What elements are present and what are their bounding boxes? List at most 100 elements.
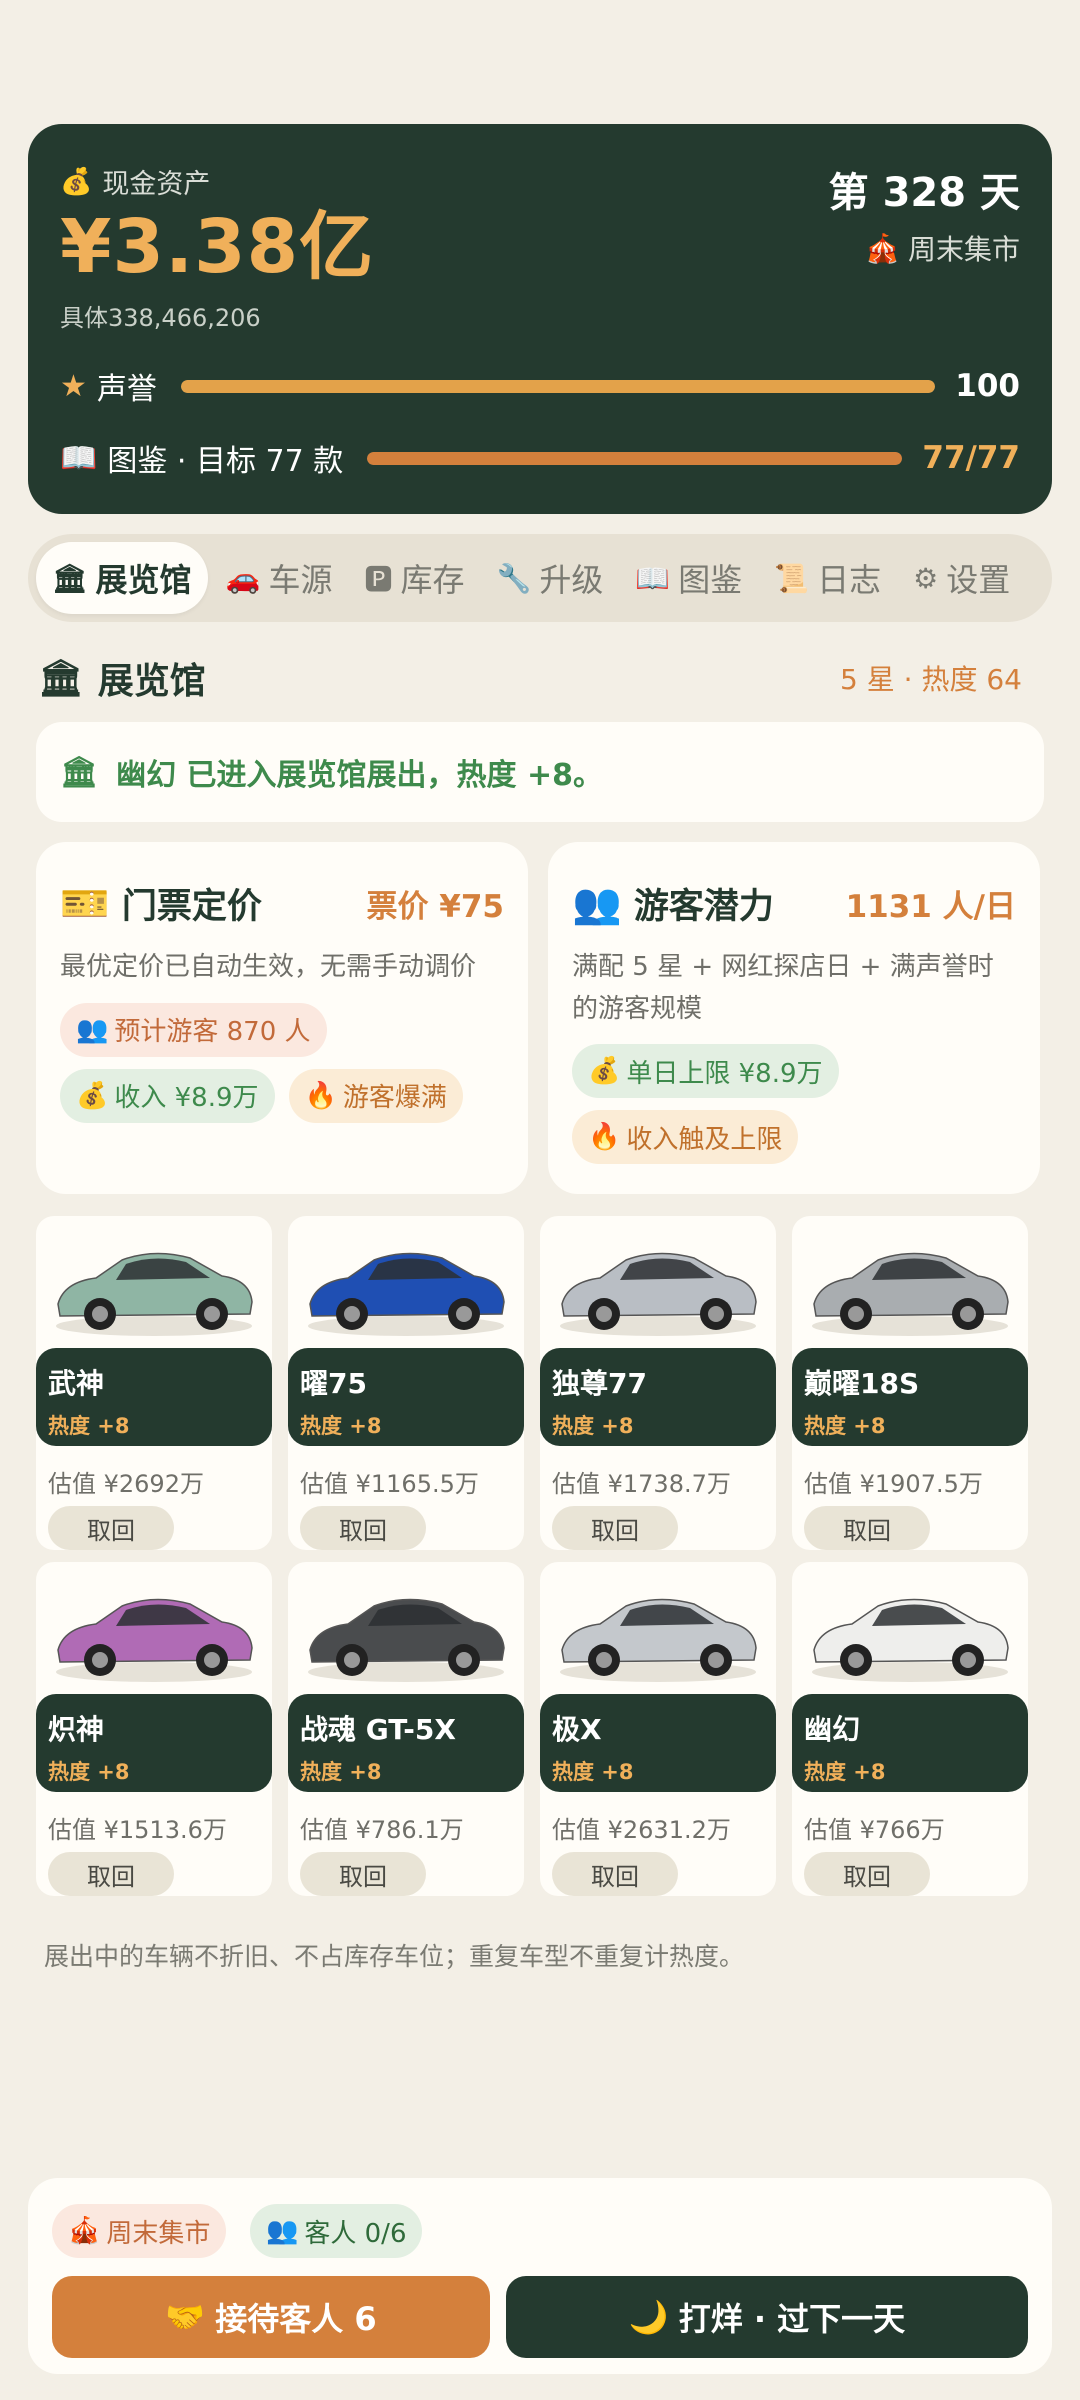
day-counter: 第 328 天 [828, 170, 1020, 216]
people-icon: 👥 [266, 2216, 299, 2246]
gear-icon: ⚙ [913, 561, 939, 595]
car-card: 炽神 热度 +8 估值 ¥1513.6万 取回 [36, 1562, 272, 1896]
retrieve-car-button[interactable]: 取回 [552, 1506, 678, 1550]
car-card: 独尊77 热度 +8 估值 ¥1738.7万 取回 [540, 1216, 776, 1550]
section-title-text: 展览馆 [97, 661, 206, 702]
stats-card: 💰 现金资产 ¥3.38亿 具体338,466,206 第 328 天 🎪 周末… [28, 124, 1052, 514]
tab-exhibition[interactable]: 🏛 展览馆 [36, 542, 208, 614]
tab-label: 日志 [817, 561, 882, 599]
car-name: 巅曜18S [804, 1367, 920, 1400]
visitor-potential-card: 👥 游客潜力 1131 人/日 满配 5 星 + 网红探店日 + 满声誉时的游客… [548, 842, 1040, 1194]
ticket-description: 最优定价已自动生效，无需手动调价 [60, 952, 477, 982]
car-name: 独尊77 [552, 1367, 647, 1400]
income-cap-text: 收入触及上限 [626, 1124, 783, 1155]
retrieve-car-button[interactable]: 取回 [300, 1506, 426, 1550]
crowded-chip: 🔥 游客爆满 [288, 1068, 463, 1123]
guests-chip-label: 客人 0/6 [304, 2218, 407, 2249]
visitors-chips: 💰 单日上限 ¥8.9万 🔥 收入触及上限 [572, 1044, 1016, 1165]
retrieve-car-button[interactable]: 取回 [552, 1852, 678, 1896]
exhibit-footnote: 展出中的车辆不折旧、不占库存车位；重复车型不重复计热度。 [44, 1942, 745, 1971]
tab-upgrade[interactable]: 🔧 升级 [482, 542, 617, 614]
car-name: 幽幻 [804, 1713, 861, 1746]
car-info-band: 曜75 热度 +8 [288, 1348, 524, 1446]
car-icon: 🚗 [225, 561, 261, 595]
car-estimate: 估值 ¥1907.5万 [804, 1470, 983, 1498]
wrench-icon: 🔧 [496, 561, 532, 595]
retrieve-car-button[interactable]: 取回 [804, 1852, 930, 1896]
daily-cap-chip: 💰 单日上限 ¥8.9万 [572, 1044, 839, 1099]
cash-label: 现金资产 [102, 169, 211, 200]
market-indicator: 🎪 周末集市 [829, 228, 1020, 268]
car-card: 极X 热度 +8 估值 ¥2631.2万取回 [540, 1562, 776, 1896]
car-image [560, 1252, 757, 1336]
reputation-bar [180, 379, 936, 393]
car-image [56, 1598, 253, 1682]
income-text: 收入 ¥8.9万 [114, 1083, 259, 1114]
money-bag-icon: 💰 [76, 1080, 109, 1111]
people-icon: 👥 [76, 1014, 109, 1045]
codex-bar [367, 451, 903, 465]
tab-log[interactable]: 📜 日志 [760, 542, 895, 614]
retrieve-car-button[interactable]: 取回 [48, 1852, 174, 1896]
exhibit-notice: 🏛 幽幻 已进入展览馆展出，热度 +8。 [36, 722, 1044, 822]
ticket-icon: 🎫 [60, 881, 110, 927]
market-chip-label: 周末集市 [106, 2218, 211, 2249]
car-image-area [540, 1216, 776, 1350]
tab-settings[interactable]: ⚙ 设置 [899, 542, 1024, 614]
car-heat: 热度 +8 [552, 1760, 634, 1784]
moon-icon: 🌙 [628, 2298, 669, 2336]
reputation-value: 100 [955, 368, 1020, 404]
cash-exact: 具体338,466,206 [60, 304, 261, 333]
car-name: 炽神 [48, 1713, 105, 1746]
car-card: 武神 热度 +8 估值 ¥2692万 取回 [36, 1216, 272, 1550]
car-name: 极X [552, 1713, 602, 1746]
crowded-text: 游客爆满 [342, 1083, 447, 1114]
tent-icon: 🎪 [865, 231, 900, 265]
reputation-label: 声誉 [96, 372, 157, 407]
car-estimate: 估值 ¥2631.2万 [552, 1816, 731, 1844]
ticket-pricing-card: 🎫 门票定价 票价 ¥75 最优定价已自动生效，无需手动调价 👥 预计游客 87… [36, 842, 528, 1194]
people-icon: 👥 [572, 881, 622, 927]
receive-guests-label: 接待客人 6 [215, 2300, 377, 2338]
museum-icon: 🏛 [60, 754, 99, 790]
car-name: 战魂 GT-5X [300, 1713, 456, 1746]
guests-chip: 👥 客人 0/6 [250, 2204, 423, 2258]
scroll-icon: 📜 [774, 561, 810, 595]
exhibit-car-grid: 武神 热度 +8 估值 ¥2692万 取回 曜75 热度 +8 估值 ¥1165.5万 取回独… [36, 1216, 1044, 1896]
tab-label: 展览馆 [95, 561, 192, 599]
close-shop-button[interactable]: 🌙 打烊 · 过下一天 [506, 2276, 1028, 2358]
car-info-band: 炽神 热度 +8 [36, 1694, 272, 1792]
visitors-header: 👥 游客潜力 1131 人/日 [572, 878, 1016, 929]
section-meta: 5 星 · 热度 64 [840, 663, 1022, 696]
visitors-title: 游客潜力 [633, 887, 774, 927]
car-estimate: 估值 ¥766万 [804, 1816, 945, 1844]
tab-car-source[interactable]: 🚗 车源 [212, 542, 347, 614]
book-icon: 📖 [635, 561, 671, 595]
income-chip: 💰 收入 ¥8.9万 [60, 1068, 275, 1123]
car-image [560, 1598, 757, 1682]
codex-label-group: 📖 图鉴 · 目标 77 款 [60, 436, 343, 480]
book-icon: 📖 [60, 440, 98, 476]
codex-bar-fill [367, 451, 903, 465]
museum-icon: 🏛 [38, 658, 84, 699]
car-image [812, 1598, 1009, 1682]
tab-codex[interactable]: 📖 图鉴 [621, 542, 756, 614]
ticket-chips: 👥 预计游客 870 人 💰 收入 ¥8.9万 🔥 游客爆满 [60, 1002, 504, 1123]
car-info-band: 巅曜18S 热度 +8 [792, 1348, 1028, 1446]
tab-inventory[interactable]: 🅿 库存 [350, 542, 478, 614]
car-name: 曜75 [300, 1367, 367, 1400]
codex-value: 77/77 [922, 440, 1020, 476]
daily-cap-text: 单日上限 ¥8.9万 [626, 1058, 823, 1089]
museum-icon: 🏛 [52, 561, 88, 595]
ticket-price: 票价 ¥75 [366, 889, 504, 925]
car-image [56, 1252, 253, 1336]
notice-text: 幽幻 已进入展览馆展出，热度 +8。 [116, 758, 603, 793]
retrieve-car-button[interactable]: 取回 [300, 1852, 426, 1896]
receive-guests-button[interactable]: 🤝 接待客人 6 [52, 2276, 490, 2358]
handshake-icon: 🤝 [165, 2298, 206, 2336]
reputation-bar-fill [180, 379, 936, 393]
car-image-area [792, 1562, 1028, 1696]
retrieve-car-button[interactable]: 取回 [804, 1506, 930, 1550]
money-bag-icon: 💰 [60, 166, 93, 197]
retrieve-car-button[interactable]: 取回 [48, 1506, 174, 1550]
